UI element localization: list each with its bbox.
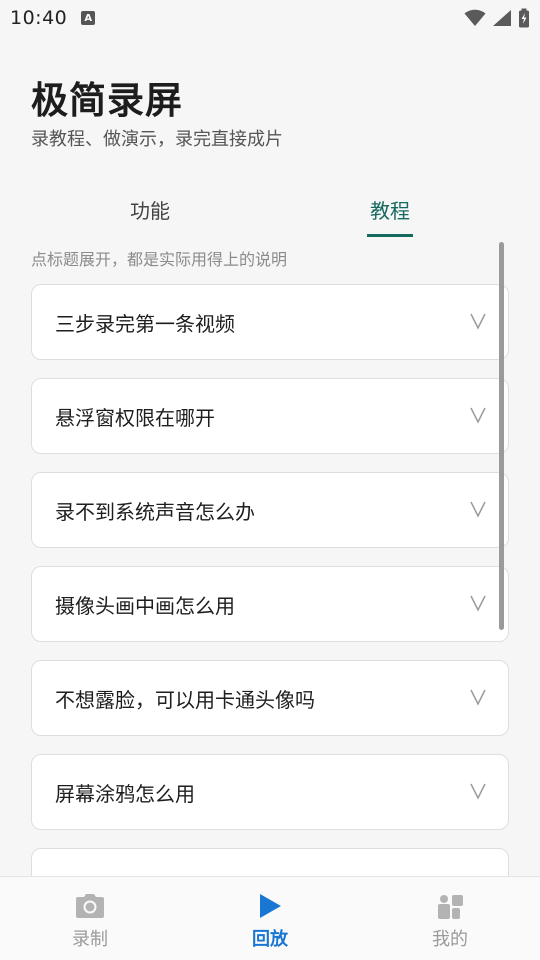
battery-charging-icon <box>519 8 529 28</box>
status-icons <box>464 8 530 28</box>
faq-item-title: 悬浮窗权限在哪开 <box>55 405 215 430</box>
nav-mine-label: 我的 <box>432 929 468 950</box>
faq-item-system-audio[interactable]: 录不到系统声音怎么办 <box>31 472 509 548</box>
faq-item-title: 录不到系统声音怎么办 <box>55 499 255 524</box>
faq-item-screen-doodle[interactable]: 屏幕涂鸦怎么用 <box>31 754 509 830</box>
profile-icon <box>438 895 463 919</box>
chevron-down-icon <box>470 783 486 800</box>
chevron-down-icon <box>470 407 486 424</box>
chevron-down-icon <box>470 689 486 706</box>
hint-text: 点标题展开，都是实际用得上的说明 <box>31 250 288 269</box>
tab-bar: 功能 教程 <box>0 180 540 238</box>
faq-item-title: 摄像头画中画怎么用 <box>55 593 235 618</box>
camera-icon <box>76 894 104 918</box>
nav-record-label: 录制 <box>72 929 108 950</box>
signal-icon <box>493 10 511 26</box>
status-bar: 10:40 A <box>0 0 540 36</box>
tab-tutorial[interactable]: 教程 <box>330 180 450 238</box>
chevron-down-icon <box>470 501 486 518</box>
nav-mine[interactable]: 我的 <box>360 877 540 960</box>
app-title: 极简录屏 <box>31 79 183 122</box>
faq-item-overlay-permission[interactable]: 悬浮窗权限在哪开 <box>31 378 509 454</box>
tab-indicator <box>367 234 413 237</box>
faq-item-partial[interactable] <box>31 848 509 876</box>
chevron-down-icon <box>470 313 486 330</box>
nav-record[interactable]: 录制 <box>0 877 180 960</box>
bottom-nav: 录制 回放 我的 <box>0 876 540 960</box>
status-time: 10:40 <box>10 7 68 29</box>
faq-item-title: 不想露脸，可以用卡通头像吗 <box>55 687 315 712</box>
faq-list[interactable]: 三步录完第一条视频 悬浮窗权限在哪开 录不到系统声音怎么办 摄像头画中画怎么用 … <box>0 280 540 876</box>
chevron-down-icon <box>470 595 486 612</box>
wifi-icon <box>464 9 486 26</box>
faq-item-camera-pip[interactable]: 摄像头画中画怎么用 <box>31 566 509 642</box>
play-icon <box>260 894 281 918</box>
faq-item-first-video[interactable]: 三步录完第一条视频 <box>31 284 509 360</box>
faq-item-title: 三步录完第一条视频 <box>55 311 235 336</box>
faq-item-cartoon-avatar[interactable]: 不想露脸，可以用卡通头像吗 <box>31 660 509 736</box>
nav-playback[interactable]: 回放 <box>180 877 360 960</box>
nav-playback-label: 回放 <box>252 929 288 950</box>
notification-a-icon: A <box>81 11 96 25</box>
scrollbar[interactable] <box>499 242 504 630</box>
tab-features[interactable]: 功能 <box>90 180 210 238</box>
faq-item-title: 屏幕涂鸦怎么用 <box>55 781 195 806</box>
app-subtitle: 录教程、做演示，录完直接成片 <box>31 129 283 150</box>
